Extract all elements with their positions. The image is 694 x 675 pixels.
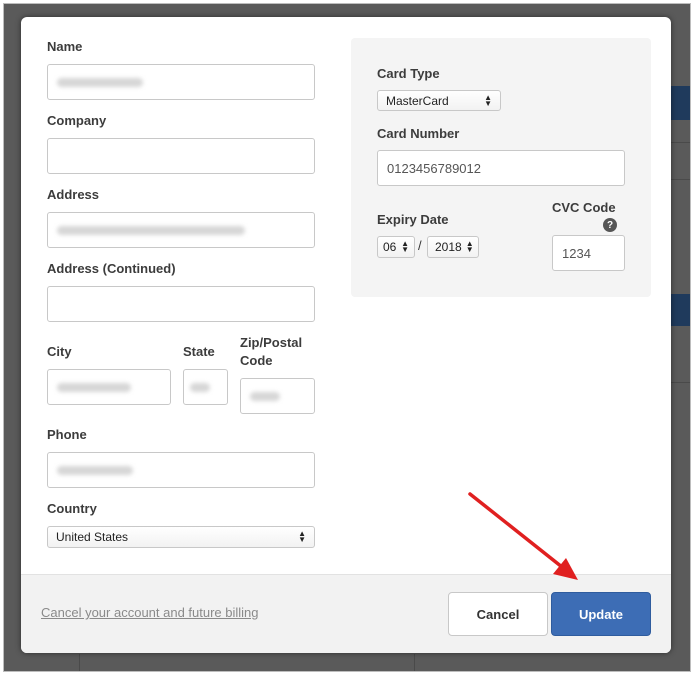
annotation-arrow — [468, 492, 578, 580]
annotation-arrow-shaft — [468, 492, 564, 569]
